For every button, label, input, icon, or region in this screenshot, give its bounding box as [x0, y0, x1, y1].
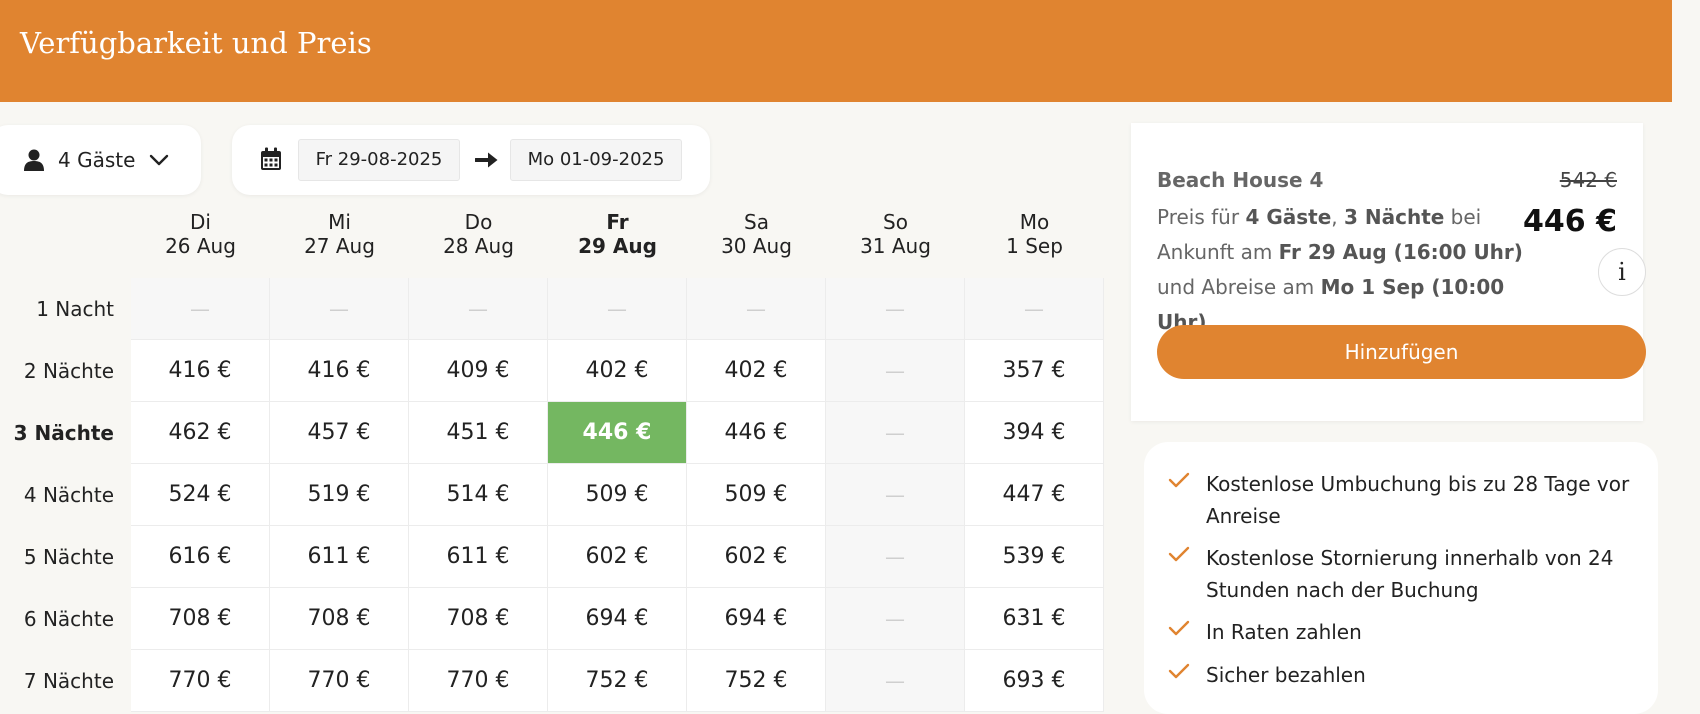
price-cell-unavailable: — — [270, 278, 409, 340]
property-name: Beach House 4 — [1157, 168, 1324, 192]
arrival-date-field[interactable]: Fr 29-08-2025 — [298, 139, 460, 181]
price-cell[interactable]: 770 € — [409, 650, 548, 712]
nights-label: 7 Nächte — [23, 669, 114, 693]
price-cell-unavailable: — — [131, 278, 270, 340]
price-cell[interactable]: 770 € — [270, 650, 409, 712]
checkmark-icon — [1168, 620, 1190, 636]
price-cell[interactable]: 446 € — [687, 402, 826, 464]
nights-label: 6 Nächte — [23, 607, 114, 631]
price-cell[interactable]: 514 € — [409, 464, 548, 526]
price-cell[interactable]: 394 € — [965, 402, 1104, 464]
benefit-item: Kostenlose Umbuchung bis zu 28 Tage vor … — [1168, 468, 1638, 532]
price-cell[interactable]: 631 € — [965, 588, 1104, 650]
price-cell[interactable]: 602 € — [687, 526, 826, 588]
price-cell-unavailable: — — [409, 278, 548, 340]
benefit-item: In Raten zahlen — [1168, 616, 1638, 648]
guests-selector[interactable]: 4 Gäste — [0, 125, 201, 195]
benefit-item: Kostenlose Stornierung innerhalb von 24 … — [1168, 542, 1638, 606]
booking-summary: Beach House 4 542 € 446 € Preis für 4 Gä… — [1131, 123, 1646, 421]
day-header: Mi 27 Aug — [304, 210, 375, 258]
price-cell-unavailable: — — [826, 278, 965, 340]
price-cell-unavailable: — — [826, 650, 965, 712]
nights-label: 5 Nächte — [23, 545, 114, 569]
price-cell[interactable]: 602 € — [548, 526, 687, 588]
checkmark-icon — [1168, 546, 1190, 562]
price-cell[interactable]: 451 € — [409, 402, 548, 464]
price-cell[interactable]: 694 € — [687, 588, 826, 650]
price-cell-unavailable: — — [826, 526, 965, 588]
price-cell[interactable]: 708 € — [270, 588, 409, 650]
price-cell-unavailable: — — [548, 278, 687, 340]
page-title: Verfügbarkeit und Preis — [20, 26, 372, 60]
departure-date-field[interactable]: Mo 01-09-2025 — [510, 139, 682, 181]
price-cell[interactable]: 409 € — [409, 340, 548, 402]
header-bar: Verfügbarkeit und Preis — [0, 0, 1672, 102]
price-cell-unavailable: — — [687, 278, 826, 340]
arrow-right-icon — [475, 152, 498, 168]
day-header: Mo 1 Sep — [1006, 210, 1063, 258]
price-cell[interactable]: 539 € — [965, 526, 1104, 588]
checkmark-icon — [1168, 472, 1190, 488]
chevron-down-icon — [150, 154, 169, 166]
booking-description: Preis für 4 Gäste, 3 Nächte bei Ankunft … — [1157, 205, 1523, 334]
price-cell-selected[interactable]: 446 € — [548, 402, 687, 464]
day-header: Do 28 Aug — [443, 210, 514, 258]
price-cell[interactable]: 509 € — [548, 464, 687, 526]
price-cell[interactable]: 694 € — [548, 588, 687, 650]
day-header: So 31 Aug — [860, 210, 931, 258]
price-cell[interactable]: 708 € — [409, 588, 548, 650]
nights-label: 1 Nacht — [36, 297, 114, 321]
price-cell[interactable]: 402 € — [687, 340, 826, 402]
price-cell[interactable]: 457 € — [270, 402, 409, 464]
price-cell-unavailable: — — [826, 340, 965, 402]
nights-label: 4 Nächte — [23, 483, 114, 507]
price-cell[interactable]: 616 € — [131, 526, 270, 588]
price-cell[interactable]: 402 € — [548, 340, 687, 402]
nights-label: 2 Nächte — [23, 359, 114, 383]
old-price: 542 € — [1559, 168, 1617, 192]
price-cell-unavailable: — — [826, 588, 965, 650]
price-cell[interactable]: 462 € — [131, 402, 270, 464]
date-range-picker: Fr 29-08-2025 Mo 01-09-2025 — [232, 125, 710, 195]
calendar-icon[interactable] — [260, 147, 282, 171]
day-header: Sa 30 Aug — [721, 210, 792, 258]
guests-label: 4 Gäste — [58, 148, 136, 172]
price-cell-unavailable: — — [826, 464, 965, 526]
price-cell[interactable]: 416 € — [131, 340, 270, 402]
day-header: Fr 29 Aug — [578, 210, 657, 258]
price-cell[interactable]: 447 € — [965, 464, 1104, 526]
checkmark-icon — [1168, 663, 1190, 679]
price-cell[interactable]: 708 € — [131, 588, 270, 650]
price-cell[interactable]: 357 € — [965, 340, 1104, 402]
price-cell[interactable]: 693 € — [965, 650, 1104, 712]
add-button[interactable]: Hinzufügen — [1157, 325, 1646, 379]
price-cell[interactable]: 770 € — [131, 650, 270, 712]
price-cell[interactable]: 519 € — [270, 464, 409, 526]
info-button[interactable]: i — [1598, 248, 1646, 296]
benefits-list: Kostenlose Umbuchung bis zu 28 Tage vor … — [1144, 442, 1658, 714]
benefit-item: Sicher bezahlen — [1168, 659, 1638, 691]
day-header: Di 26 Aug — [165, 210, 236, 258]
price-cell[interactable]: 611 € — [270, 526, 409, 588]
price-cell-unavailable: — — [965, 278, 1104, 340]
price-cell-unavailable: — — [826, 402, 965, 464]
price-cell[interactable]: 752 € — [548, 650, 687, 712]
nights-label: 3 Nächte — [13, 421, 114, 445]
price-cell[interactable]: 611 € — [409, 526, 548, 588]
price-cell[interactable]: 752 € — [687, 650, 826, 712]
price-cell[interactable]: 509 € — [687, 464, 826, 526]
person-icon — [24, 149, 44, 171]
price-cell[interactable]: 416 € — [270, 340, 409, 402]
price-cell[interactable]: 524 € — [131, 464, 270, 526]
